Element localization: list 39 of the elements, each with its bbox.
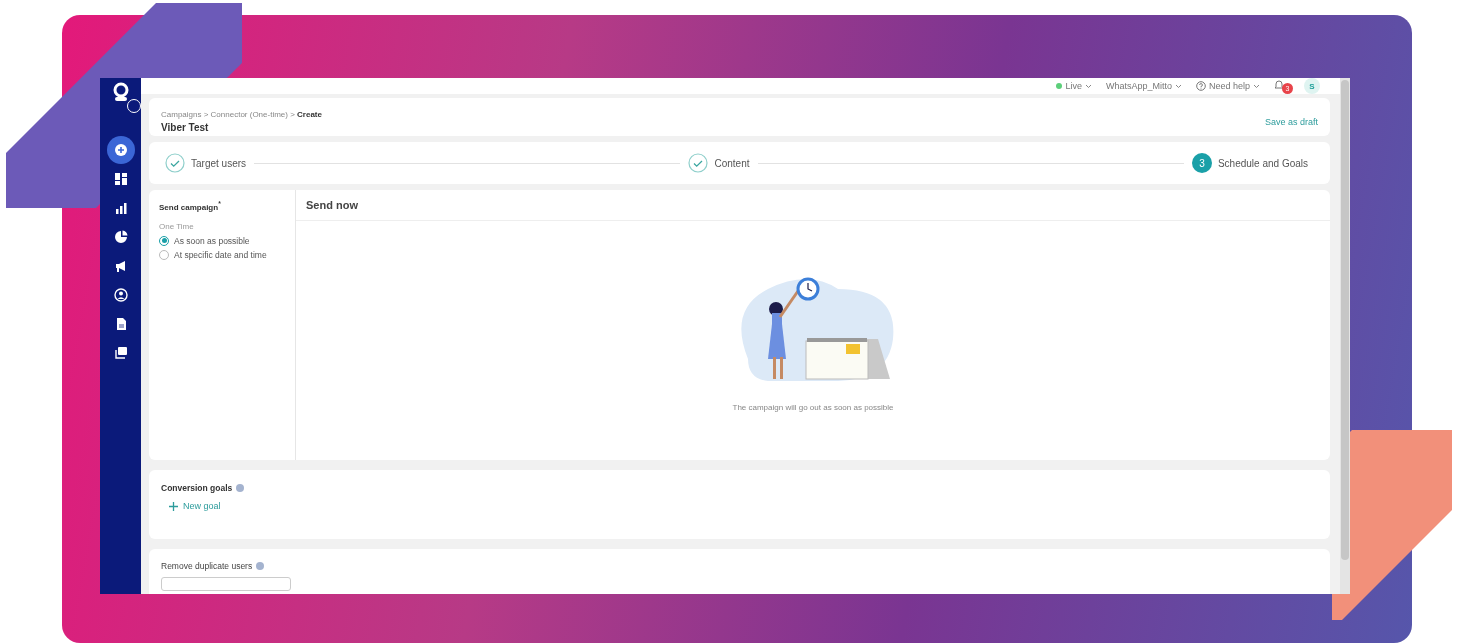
expand-button[interactable] xyxy=(127,99,141,113)
info-icon xyxy=(256,562,265,570)
step-label: Schedule and Goals xyxy=(1217,157,1308,169)
step-number: 3 xyxy=(1191,153,1212,173)
dashboard-icon xyxy=(113,172,128,186)
new-goal-button[interactable]: New goal xyxy=(169,501,221,511)
user-avatar[interactable]: S xyxy=(1304,78,1320,94)
select-field[interactable] xyxy=(161,577,291,591)
page-title: Viber Test xyxy=(161,122,210,133)
pie-chart-icon xyxy=(113,230,128,244)
step-label: Content xyxy=(714,157,750,169)
bell-icon xyxy=(1274,79,1284,90)
logo-icon xyxy=(111,82,130,102)
help-icon xyxy=(1195,81,1206,91)
section-title: Conversion goals xyxy=(161,483,233,493)
section-title: Remove duplicate users xyxy=(161,561,253,571)
chevron-down-icon xyxy=(1253,83,1260,89)
empty-state-caption: The campaign will go out as soon as possible xyxy=(732,403,894,412)
option-label: As soon as possible xyxy=(174,235,250,246)
panel-title: Send now xyxy=(296,190,1330,221)
environment-dropdown[interactable]: Live xyxy=(1065,81,1082,91)
chevron-down-icon xyxy=(1084,83,1092,89)
breadcrumb: Campaigns > Connector (One-time) > Create xyxy=(161,110,322,119)
chevron-down-icon xyxy=(1174,83,1182,89)
help-dropdown[interactable]: Need help xyxy=(1208,81,1250,91)
sidebar-item[interactable] xyxy=(106,136,135,164)
step-label: Target users xyxy=(191,157,247,169)
gallery-icon xyxy=(113,346,128,360)
person-icon xyxy=(113,288,128,302)
save-draft-link[interactable]: Save as draft xyxy=(1264,117,1318,127)
option-label: At specific date and time xyxy=(174,249,267,260)
plus-circle-icon xyxy=(113,143,128,157)
field-label: Send campaign$^{*}$ xyxy=(159,200,222,212)
info-icon xyxy=(236,484,245,492)
megaphone-icon xyxy=(113,259,128,273)
account-dropdown[interactable]: WhatsApp_Mitto xyxy=(1105,81,1172,91)
bar-chart-icon xyxy=(113,201,128,215)
plus-icon xyxy=(169,501,178,511)
group-label: One Time xyxy=(159,221,195,231)
